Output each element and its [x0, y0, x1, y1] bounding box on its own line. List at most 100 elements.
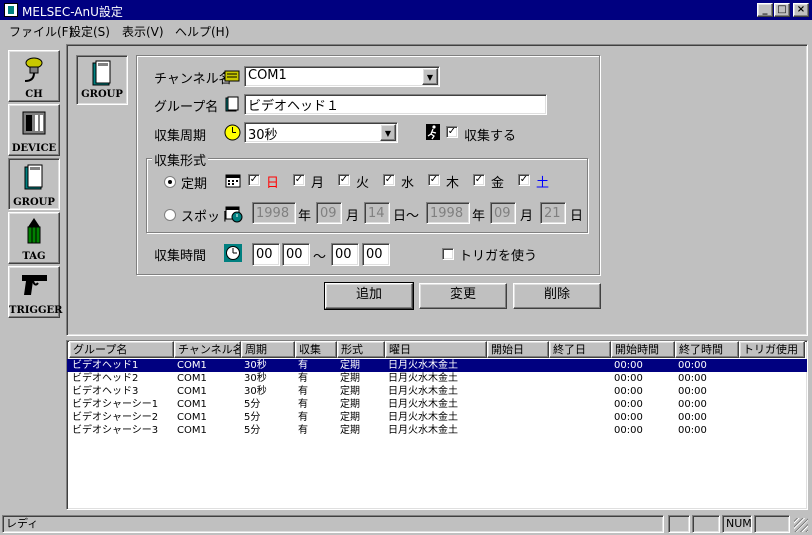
toolbar-trigger-button[interactable]: TRIGGER — [8, 266, 62, 318]
cell-format: 定期 — [340, 399, 360, 410]
column-header-channel-name[interactable]: チャンネル名 — [174, 341, 241, 358]
start-day-input[interactable] — [364, 202, 390, 224]
day-checkbox-thu[interactable]: ✓ — [428, 174, 440, 186]
day-checkbox-mon[interactable]: ✓ — [293, 174, 305, 186]
day-checkbox-fri[interactable]: ✓ — [473, 174, 485, 186]
day-checkbox-wed[interactable]: ✓ — [383, 174, 395, 186]
column-header-trigger-use[interactable]: トリガ使用 — [739, 341, 805, 358]
column-header-end-date[interactable]: 終了日 — [549, 341, 611, 358]
group-name-label: グループ名 — [154, 100, 219, 115]
end-day-input[interactable] — [540, 202, 566, 224]
group-name-input[interactable] — [244, 94, 547, 115]
period-select[interactable]: 30秒 ▼ — [244, 122, 398, 143]
column-header-group-name[interactable]: グループ名 — [69, 341, 174, 358]
status-pane-2 — [692, 515, 720, 533]
resize-grip[interactable] — [794, 518, 808, 532]
cell-period: 30秒 — [244, 360, 267, 371]
trigger-checkbox[interactable] — [442, 248, 454, 260]
cell-start-time: 00:00 — [614, 373, 643, 384]
cell-group-name: ビデオシャーシー2 — [72, 412, 159, 423]
day-checkbox-sun[interactable]: ✓ — [248, 174, 260, 186]
group-list[interactable]: グループ名 チャンネル名 周期 収集 形式 曜日 開始日 終了日 開始時間 終了時間 トリガ使用 ビ… — [66, 340, 808, 510]
chevron-down-icon[interactable]: ▼ — [380, 124, 396, 141]
cell-weekdays: 日月火水木金土 — [388, 412, 458, 423]
end-year-unit: 年 — [472, 209, 486, 224]
cell-collect: 有 — [298, 425, 308, 436]
time-range-tilde: ～ — [313, 250, 327, 265]
column-header-format[interactable]: 形式 — [337, 341, 385, 358]
collect-checkbox[interactable]: ✓ — [446, 126, 458, 138]
period-label: 収集周期 — [154, 129, 207, 144]
start-minute-input[interactable] — [282, 243, 310, 266]
menu-settings[interactable]: 設定(S) — [69, 23, 110, 40]
menu-bar: ファイル(F) 設定(S) 表示(V) ヘルプ(H) — [0, 20, 812, 40]
column-header-start-time[interactable]: 開始時間 — [611, 341, 675, 358]
end-month-input[interactable] — [490, 202, 516, 224]
channel-select[interactable]: COM1 ▼ — [244, 66, 440, 87]
start-month-unit: 月 — [346, 209, 360, 224]
pistol-icon — [22, 275, 47, 295]
column-header-period[interactable]: 周期 — [241, 341, 295, 358]
cell-channel-name: COM1 — [177, 373, 207, 384]
toolbar-ch-label: CH — [25, 89, 43, 100]
table-row[interactable]: ビデオヘッド2 COM1 30秒 有 定期 日月火水木金土 00:00 00:00 — [67, 372, 807, 385]
cell-group-name: ビデオシャーシー1 — [72, 399, 159, 410]
pencil-icon — [27, 218, 41, 244]
status-pane-3 — [754, 515, 790, 533]
column-header-end-time[interactable]: 終了時間 — [675, 341, 739, 358]
toolbar-device-button[interactable]: DEVICE — [8, 104, 60, 156]
menu-file[interactable]: ファイル(F) — [9, 23, 73, 40]
calendar-clock-icon — [225, 206, 243, 223]
start-month-input[interactable] — [316, 202, 342, 224]
menu-help[interactable]: ヘルプ(H) — [175, 23, 229, 40]
group-indicator-label: GROUP — [81, 89, 123, 100]
spot-radio[interactable] — [164, 209, 176, 221]
day-label-thu: 木 — [446, 176, 460, 191]
day-checkbox-sat[interactable]: ✓ — [518, 174, 530, 186]
cell-period: 30秒 — [244, 386, 267, 397]
delete-button[interactable]: 削除 — [513, 283, 601, 309]
toolbar-ch-button[interactable]: CH — [8, 50, 60, 102]
app-icon[interactable] — [4, 3, 18, 17]
table-row[interactable]: ビデオヘッド1 COM1 30秒 有 定期 日月火水木金土 00:00 00:00 — [67, 359, 807, 372]
add-button[interactable]: 追加 — [324, 282, 414, 310]
maximize-button[interactable]: □ — [774, 3, 790, 17]
periodic-radio[interactable] — [164, 176, 176, 188]
start-year-unit: 年 — [298, 209, 312, 224]
cell-format: 定期 — [340, 425, 360, 436]
cell-collect: 有 — [298, 399, 308, 410]
book-icon — [24, 164, 43, 190]
title-bar: MELSEC-AnU設定 _ □ × — [0, 0, 812, 20]
toolbar-group-button[interactable]: GROUP — [8, 158, 60, 210]
table-row[interactable]: ビデオシャーシー2 COM1 5分 有 定期 日月火水木金土 00:00 00:00 — [67, 411, 807, 424]
cell-collect: 有 — [298, 373, 308, 384]
channel-select-value: COM1 — [248, 68, 287, 83]
left-toolbar: CH DEVICE GROUP TAG TRIGGER — [0, 44, 64, 512]
close-button[interactable]: × — [793, 3, 809, 17]
table-row[interactable]: ビデオシャーシー3 COM1 5分 有 定期 日月火水木金土 00:00 00:00 — [67, 424, 807, 437]
day-checkbox-tue[interactable]: ✓ — [338, 174, 350, 186]
minimize-button[interactable]: _ — [757, 3, 773, 17]
cell-channel-name: COM1 — [177, 386, 207, 397]
chevron-down-icon[interactable]: ▼ — [422, 68, 438, 85]
table-row[interactable]: ビデオヘッド3 COM1 30秒 有 定期 日月火水木金土 00:00 00:00 — [67, 385, 807, 398]
end-hour-input[interactable] — [331, 243, 359, 266]
end-year-input[interactable] — [426, 202, 470, 224]
cell-group-name: ビデオシャーシー3 — [72, 425, 159, 436]
column-header-weekdays[interactable]: 曜日 — [385, 341, 487, 358]
table-row[interactable]: ビデオシャーシー1 COM1 5分 有 定期 日月火水木金土 00:00 00:00 — [67, 398, 807, 411]
cell-channel-name: COM1 — [177, 360, 207, 371]
trigger-label: トリガを使う — [459, 249, 538, 264]
cell-format: 定期 — [340, 373, 360, 384]
toolbar-tag-button[interactable]: TAG — [8, 212, 60, 264]
end-minute-input[interactable] — [362, 243, 390, 266]
cell-end-time: 00:00 — [678, 360, 707, 371]
change-button[interactable]: 変更 — [419, 283, 507, 309]
group-indicator: GROUP — [76, 55, 128, 105]
clock-icon — [224, 124, 241, 141]
menu-view[interactable]: 表示(V) — [122, 23, 164, 40]
start-hour-input[interactable] — [252, 243, 280, 266]
start-year-input[interactable] — [252, 202, 296, 224]
column-header-start-date[interactable]: 開始日 — [487, 341, 549, 358]
column-header-collect[interactable]: 収集 — [295, 341, 337, 358]
